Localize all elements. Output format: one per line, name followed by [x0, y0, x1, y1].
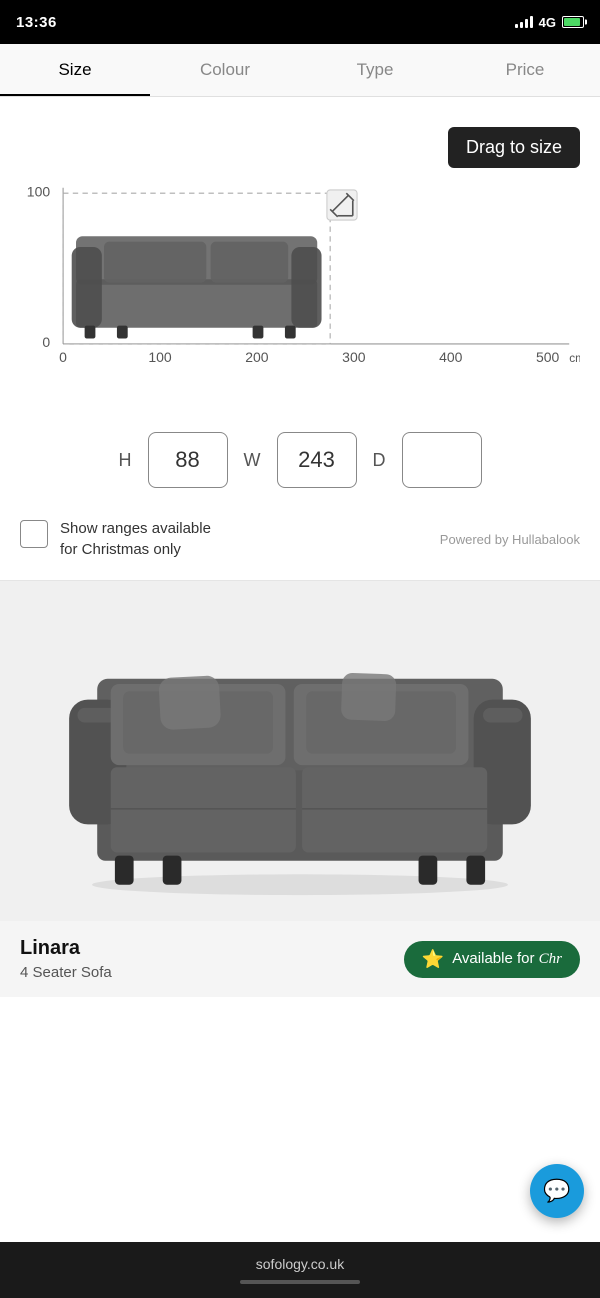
- star-icon: ⭐: [422, 949, 444, 970]
- product-section: Linara 4 Seater Sofa ⭐ Available for Chr: [0, 581, 600, 997]
- svg-text:100: 100: [148, 349, 172, 365]
- depth-input[interactable]: [402, 432, 482, 488]
- status-time: 13:36: [16, 14, 57, 31]
- height-label: H: [119, 450, 132, 471]
- svg-text:200: 200: [245, 349, 269, 365]
- product-type: 4 Seater Sofa: [20, 964, 112, 981]
- christmas-badge[interactable]: ⭐ Available for Chr: [404, 941, 580, 978]
- svg-text:0: 0: [42, 334, 50, 350]
- christmas-label: Show ranges availablefor Christmas only: [60, 518, 211, 560]
- christmas-checkbox[interactable]: [20, 520, 48, 548]
- powered-by-label: Powered by Hullabalook: [440, 532, 580, 547]
- drag-tooltip: Drag to size: [448, 127, 580, 168]
- svg-text:100: 100: [27, 183, 51, 199]
- status-bar: 13:36 4G: [0, 0, 600, 44]
- dimension-inputs: H W D: [0, 402, 600, 508]
- network-label: 4G: [539, 15, 556, 30]
- tab-price[interactable]: Price: [450, 44, 600, 96]
- home-indicator: [240, 1280, 360, 1284]
- christmas-badge-text: Available for Chr: [452, 950, 562, 968]
- product-details: Linara 4 Seater Sofa: [20, 937, 112, 981]
- resize-handle: [327, 190, 357, 220]
- width-label: W: [244, 450, 261, 471]
- chat-icon: 💬: [543, 1178, 570, 1204]
- product-name: Linara: [20, 937, 112, 960]
- depth-label: D: [373, 450, 386, 471]
- svg-text:500: 500: [536, 349, 560, 365]
- tab-type[interactable]: Type: [300, 44, 450, 96]
- battery-icon: [562, 16, 584, 28]
- svg-text:0: 0: [59, 349, 67, 365]
- size-visualizer-section: Drag to size 100 0 0 100 200 300 400 500…: [0, 97, 600, 402]
- size-chart-svg[interactable]: 100 0 0 100 200 300 400 500 cm: [20, 177, 580, 392]
- chart-container[interactable]: 100 0 0 100 200 300 400 500 cm: [20, 177, 580, 392]
- signal-bars-icon: [515, 16, 533, 28]
- width-input[interactable]: [277, 432, 357, 488]
- tab-size[interactable]: Size: [0, 44, 150, 96]
- product-image: [0, 581, 600, 921]
- svg-text:300: 300: [342, 349, 366, 365]
- bottom-bar: sofology.co.uk: [0, 1242, 600, 1298]
- height-input[interactable]: [148, 432, 228, 488]
- sofa-illustration: [40, 606, 560, 897]
- tab-colour[interactable]: Colour: [150, 44, 300, 96]
- status-icons: 4G: [515, 15, 584, 30]
- svg-text:400: 400: [439, 349, 463, 365]
- svg-text:cm: cm: [569, 351, 580, 365]
- product-info: Linara 4 Seater Sofa ⭐ Available for Chr: [0, 921, 600, 997]
- chat-button[interactable]: 💬: [530, 1164, 584, 1218]
- checkbox-row: Show ranges availablefor Christmas only …: [0, 508, 600, 581]
- nav-tabs: Size Colour Type Price: [0, 44, 600, 97]
- checkbox-area: Show ranges availablefor Christmas only: [20, 518, 211, 560]
- url-label: sofology.co.uk: [256, 1256, 344, 1272]
